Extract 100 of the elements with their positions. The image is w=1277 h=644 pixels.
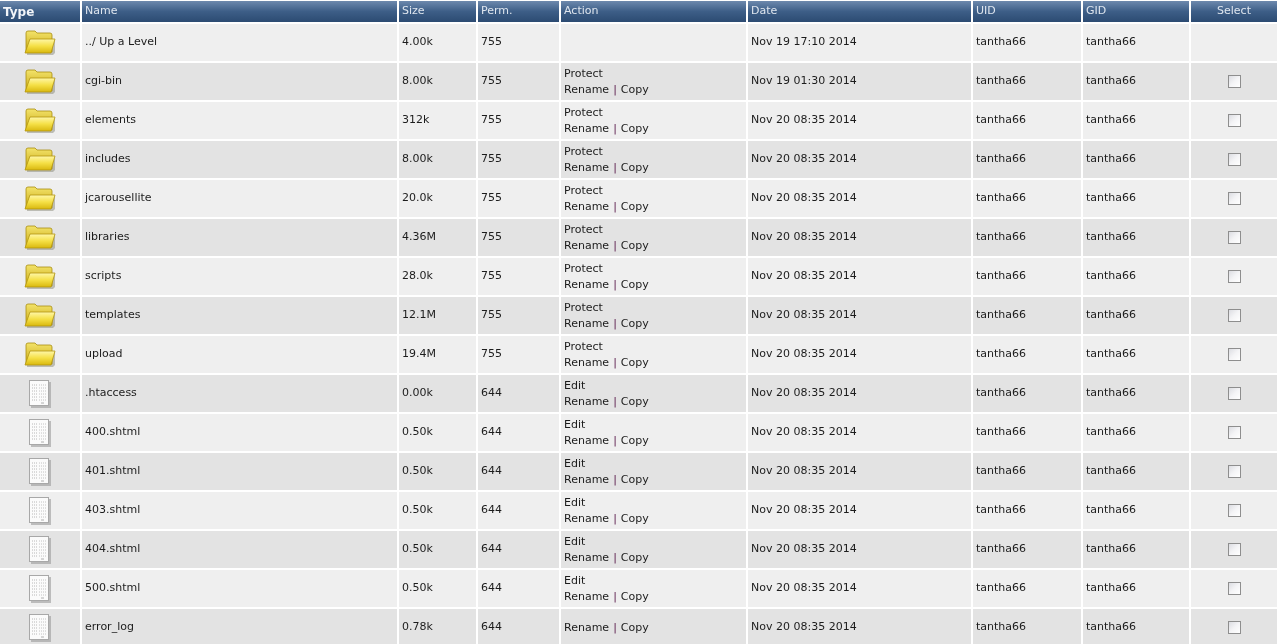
action-link[interactable]: Edit (564, 416, 586, 433)
file-size: 0.50k (402, 502, 433, 519)
action-link[interactable]: Protect (564, 299, 603, 316)
folder-name[interactable]: templates (85, 307, 141, 324)
action-link[interactable]: Rename (564, 120, 610, 137)
permissions: 755 (481, 229, 502, 246)
action-link[interactable]: Copy (620, 432, 649, 449)
select-checkbox[interactable] (1227, 426, 1241, 439)
action-link[interactable]: Protect (564, 104, 603, 121)
action-link[interactable]: Copy (620, 619, 649, 636)
action-link[interactable]: Copy (620, 276, 649, 293)
folder-icon (24, 68, 56, 95)
select-checkbox[interactable] (1227, 348, 1241, 361)
action-link[interactable]: Rename (564, 549, 610, 566)
action-link[interactable]: Edit (564, 455, 586, 472)
file-name[interactable]: error_log (85, 619, 134, 636)
action-link[interactable]: Copy (620, 510, 649, 527)
file-name[interactable]: 401.shtml (85, 463, 141, 480)
folder-name[interactable]: cgi-bin (85, 73, 123, 90)
action-link[interactable]: Protect (564, 260, 603, 277)
file-name[interactable]: .htaccess (85, 385, 137, 402)
action-link[interactable]: Protect (564, 143, 603, 160)
permissions: 755 (481, 73, 502, 90)
select-checkbox[interactable] (1227, 114, 1241, 127)
link-separator: | (613, 198, 617, 215)
action-link[interactable]: Protect (564, 221, 603, 238)
column-header: Action (559, 1, 746, 22)
group-gid: tantha66 (1086, 229, 1137, 246)
owner-uid: tantha66 (976, 346, 1027, 363)
action-link[interactable]: Copy (620, 354, 649, 371)
select-checkbox[interactable] (1227, 231, 1241, 244)
folder-name[interactable]: scripts (85, 268, 122, 285)
action-link[interactable]: Rename (564, 159, 610, 176)
action-link[interactable]: Copy (620, 198, 649, 215)
select-checkbox[interactable] (1227, 270, 1241, 283)
action-link[interactable]: Rename (564, 588, 610, 605)
folder-name[interactable]: elements (85, 112, 137, 129)
folder-name[interactable]: upload (85, 346, 123, 363)
select-checkbox[interactable] (1227, 387, 1241, 400)
action-link[interactable]: Edit (564, 533, 586, 550)
action-link[interactable]: Rename (564, 237, 610, 254)
action-link[interactable]: Copy (620, 393, 649, 410)
action-link[interactable]: Rename (564, 198, 610, 215)
action-link[interactable]: Copy (620, 159, 649, 176)
action-link[interactable]: Rename (564, 276, 610, 293)
action-link[interactable]: Protect (564, 338, 603, 355)
folder-name[interactable]: libraries (85, 229, 130, 246)
action-link[interactable]: Copy (620, 81, 649, 98)
file-size: 0.50k (402, 463, 433, 480)
select-checkbox[interactable] (1227, 543, 1241, 556)
action-link[interactable]: Copy (620, 120, 649, 137)
action-link[interactable]: Rename (564, 393, 610, 410)
select-checkbox[interactable] (1227, 153, 1241, 166)
action-link[interactable]: Rename (564, 471, 610, 488)
file-size: 8.00k (402, 73, 433, 90)
group-gid: tantha66 (1086, 151, 1137, 168)
column-header: Size (397, 1, 476, 22)
group-gid: tantha66 (1086, 463, 1137, 480)
action-link[interactable]: Edit (564, 377, 586, 394)
action-link[interactable]: Rename (564, 354, 610, 371)
action-link[interactable]: Edit (564, 494, 586, 511)
file-size: 0.50k (402, 541, 433, 558)
folder-icon (24, 185, 56, 212)
permissions: 644 (481, 580, 502, 597)
file-size: 19.4M (402, 346, 436, 363)
action-link[interactable]: Copy (620, 315, 649, 332)
action-link[interactable]: Copy (620, 237, 649, 254)
select-checkbox[interactable] (1227, 465, 1241, 478)
select-checkbox[interactable] (1227, 504, 1241, 517)
action-link[interactable]: Rename (564, 432, 610, 449)
folder-name[interactable]: ../ Up a Level (85, 34, 157, 51)
folder-icon (24, 263, 56, 290)
folder-name[interactable]: includes (85, 151, 131, 168)
group-gid: tantha66 (1086, 190, 1137, 207)
file-name[interactable]: 403.shtml (85, 502, 141, 519)
group-gid: tantha66 (1086, 268, 1137, 285)
select-checkbox[interactable] (1227, 621, 1241, 634)
folder-name[interactable]: jcarousellite (85, 190, 152, 207)
group-gid: tantha66 (1086, 541, 1137, 558)
select-checkbox[interactable] (1227, 582, 1241, 595)
modified-date: Nov 20 08:35 2014 (751, 190, 857, 207)
select-checkbox[interactable] (1227, 309, 1241, 322)
select-checkbox[interactable] (1227, 75, 1241, 88)
file-name[interactable]: 500.shtml (85, 580, 141, 597)
action-link[interactable]: Rename (564, 510, 610, 527)
action-link[interactable]: Copy (620, 471, 649, 488)
action-link[interactable]: Copy (620, 588, 649, 605)
action-link[interactable]: Rename (564, 619, 610, 636)
action-link[interactable]: Copy (620, 549, 649, 566)
column-header: Name (80, 1, 397, 22)
file-name[interactable]: 404.shtml (85, 541, 141, 558)
folder-icon (24, 29, 56, 56)
file-name[interactable]: 400.shtml (85, 424, 141, 441)
select-checkbox[interactable] (1227, 192, 1241, 205)
action-link[interactable]: Rename (564, 315, 610, 332)
action-link[interactable]: Protect (564, 65, 603, 82)
action-link[interactable]: Rename (564, 81, 610, 98)
action-link[interactable]: Protect (564, 182, 603, 199)
action-link[interactable]: Edit (564, 572, 586, 589)
folder-icon (24, 146, 56, 173)
